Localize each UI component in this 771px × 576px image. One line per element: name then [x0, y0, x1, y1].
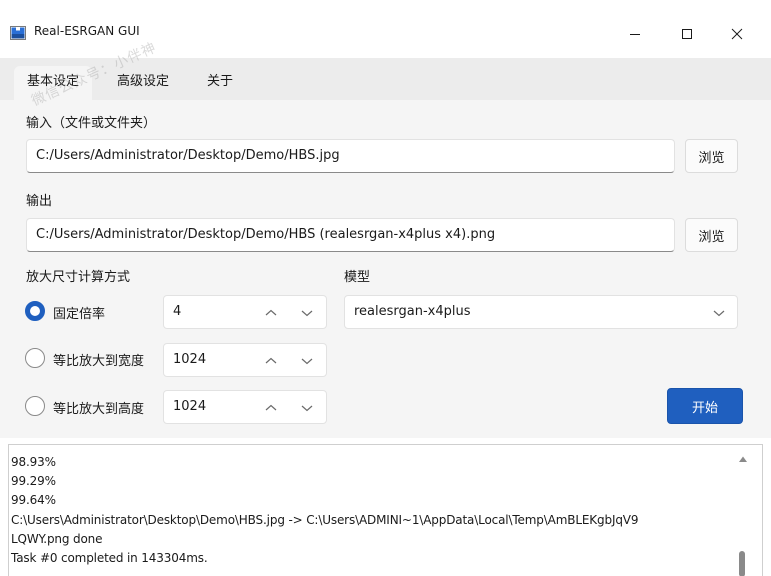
log-line: 99.29%: [11, 474, 56, 488]
maximize-button[interactable]: [664, 14, 710, 54]
model-select[interactable]: realesrgan-x4plus: [344, 295, 738, 329]
chevron-down-icon[interactable]: [300, 402, 314, 414]
chevron-up-icon[interactable]: [264, 307, 278, 319]
log-line: 98.93%: [11, 455, 56, 469]
tab-strip: 基本设定 高级设定 关于: [0, 58, 771, 100]
log-line: 99.64%: [11, 493, 56, 507]
start-button[interactable]: 开始: [667, 388, 743, 424]
fit-width-value: 1024: [173, 352, 207, 367]
radio-fixed-scale[interactable]: [25, 301, 45, 321]
log-line: Task #0 completed in 143304ms.: [11, 551, 208, 565]
chevron-down-icon: [713, 310, 725, 317]
input-label: 输入（文件或文件夹）: [26, 116, 157, 131]
chevron-down-icon[interactable]: [300, 355, 314, 367]
close-button[interactable]: [714, 14, 760, 54]
output-browse-button[interactable]: 浏览: [685, 218, 738, 252]
radio-fit-width[interactable]: [25, 348, 45, 368]
radio-fit-height-label: 等比放大到高度: [53, 402, 145, 417]
log-line: C:\Users\Administrator\Desktop\Demo\HBS.…: [11, 513, 639, 527]
fit-height-spinbox[interactable]: 1024: [163, 390, 327, 424]
fixed-scale-value: 4: [173, 304, 182, 319]
input-path-field[interactable]: C:/Users/Administrator/Desktop/Demo/HBS.…: [26, 139, 675, 173]
tab-about[interactable]: 关于: [194, 66, 246, 100]
scroll-up-arrow-icon[interactable]: [738, 455, 748, 463]
log-line: LQWY.png done: [11, 532, 103, 546]
minimize-icon: [630, 34, 640, 35]
chevron-up-icon[interactable]: [264, 402, 278, 414]
window-title: Real-ESRGAN GUI: [34, 24, 140, 38]
model-label: 模型: [344, 270, 371, 285]
radio-fit-width-label: 等比放大到宽度: [53, 354, 145, 369]
title-bar: Real-ESRGAN GUI: [0, 0, 771, 58]
chevron-down-icon[interactable]: [300, 307, 314, 319]
radio-fit-height[interactable]: [25, 396, 45, 416]
log-output[interactable]: 98.93% 99.29% 99.64% C:\Users\Administra…: [8, 444, 763, 576]
settings-panel: 输入（文件或文件夹） C:/Users/Administrator/Deskto…: [0, 100, 771, 438]
scale-mode-label: 放大尺寸计算方式: [26, 270, 131, 285]
fit-height-value: 1024: [173, 399, 207, 414]
model-select-value: realesrgan-x4plus: [354, 304, 471, 319]
fixed-scale-spinbox[interactable]: 4: [163, 295, 327, 329]
minimize-button[interactable]: [612, 14, 658, 54]
maximize-icon: [682, 29, 692, 39]
output-path-field[interactable]: C:/Users/Administrator/Desktop/Demo/HBS …: [26, 218, 675, 252]
chevron-up-icon[interactable]: [264, 355, 278, 367]
radio-fixed-scale-label: 固定倍率: [53, 307, 106, 322]
scrollbar-thumb[interactable]: [739, 551, 745, 576]
tab-basic-settings[interactable]: 基本设定: [14, 66, 93, 100]
fit-width-spinbox[interactable]: 1024: [163, 343, 327, 377]
close-icon: [731, 28, 743, 40]
input-browse-button[interactable]: 浏览: [685, 139, 738, 173]
app-icon: [10, 26, 26, 40]
tab-advanced-settings[interactable]: 高级设定: [104, 66, 182, 100]
output-label: 输出: [26, 194, 53, 209]
